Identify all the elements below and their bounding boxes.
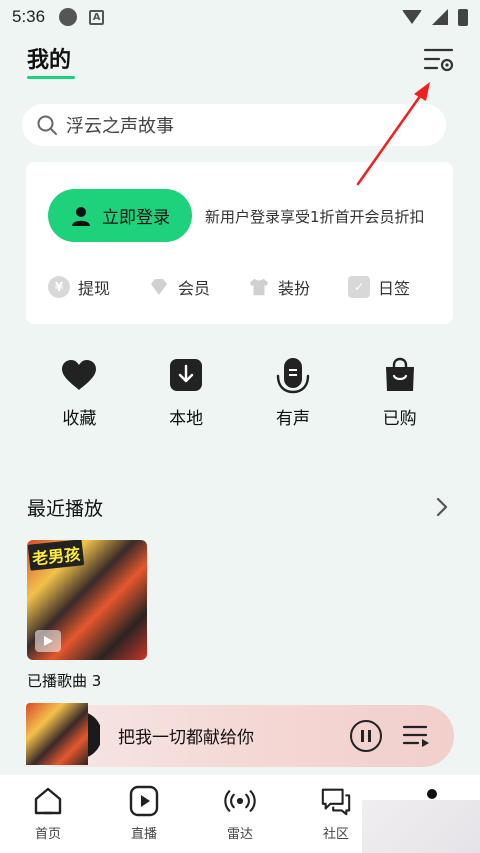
wifi-icon: [402, 10, 422, 24]
login-button-label: 立即登录: [102, 208, 170, 228]
tab-label: 雷达: [226, 827, 253, 842]
playlist-button[interactable]: [402, 723, 430, 749]
tab-live[interactable]: 直播: [96, 775, 192, 853]
quick-item-withdraw[interactable]: ¥ 提现: [48, 274, 148, 300]
pause-button[interactable]: [350, 720, 382, 752]
login-card: 立即登录 新用户登录享受1折首开会员折扣 ¥ 提现 会员 装扮 ✓ 日签: [26, 162, 453, 324]
shortcut-row: 收藏 本地 有声 已购: [26, 355, 453, 435]
quick-item-label: 会员: [178, 279, 211, 298]
album-logo: 老男孩: [27, 540, 85, 571]
yen-icon: ¥: [48, 276, 70, 298]
header: 我的: [0, 34, 480, 86]
live-play-icon: [128, 785, 160, 817]
pause-icon: [361, 730, 364, 742]
status-time: 5:36: [12, 7, 46, 26]
quick-item-dressup[interactable]: 装扮: [248, 274, 348, 300]
recent-header[interactable]: 最近播放: [27, 494, 452, 522]
player-song-title: 把我一切都献给你: [118, 728, 254, 748]
globe-icon: [59, 8, 78, 26]
diamond-icon: [148, 276, 170, 298]
promo-text[interactable]: 新用户登录享受1折首开会员折扣: [205, 206, 425, 227]
download-icon: [166, 355, 206, 395]
search-bar[interactable]: 浮云之声故事: [22, 104, 446, 146]
shortcut-favorites[interactable]: 收藏: [26, 355, 133, 435]
checkbox-icon: ✓: [348, 276, 370, 298]
shortcut-audiobook[interactable]: 有声: [240, 355, 347, 435]
shortcut-label: 本地: [169, 409, 204, 429]
watermark-overlay: [362, 800, 480, 853]
shortcut-label: 有声: [275, 409, 310, 429]
playlist-icon: [402, 725, 429, 747]
tab-home[interactable]: 首页: [0, 775, 96, 853]
tab-radar[interactable]: 雷达: [192, 775, 288, 853]
quick-item-label: 提现: [78, 279, 111, 298]
audiobook-icon: [273, 355, 313, 395]
signal-icon: [432, 9, 448, 25]
heart-icon: [59, 355, 99, 395]
radar-icon: [224, 785, 256, 817]
accessibility-a-icon: A: [89, 9, 105, 25]
shortcut-label: 收藏: [62, 409, 97, 429]
quick-item-label: 日签: [378, 279, 411, 298]
recent-title: 最近播放: [27, 498, 104, 520]
shirt-icon: [248, 276, 270, 298]
settings-list-icon: [423, 48, 454, 72]
title-underline: [27, 76, 75, 79]
play-icon: [35, 630, 61, 652]
home-icon: [32, 785, 64, 817]
quick-item-vip[interactable]: 会员: [148, 274, 248, 300]
tab-label: 直播: [130, 827, 157, 842]
shortcut-label: 已购: [382, 409, 417, 429]
shortcut-purchased[interactable]: 已购: [346, 355, 453, 435]
recent-album-cover[interactable]: 老男孩: [27, 540, 147, 660]
shortcut-local[interactable]: 本地: [133, 355, 240, 435]
login-button[interactable]: 立即登录: [48, 189, 192, 242]
user-icon: [72, 206, 90, 226]
quick-item-daily[interactable]: ✓ 日签: [348, 274, 448, 300]
album-caption[interactable]: 已播歌曲 3: [27, 670, 101, 691]
settings-button[interactable]: [422, 44, 456, 74]
tab-label: 社区: [322, 827, 349, 842]
player-cover: [26, 703, 100, 769]
chat-icon: [320, 785, 352, 817]
search-icon: [37, 115, 57, 135]
page-title: 我的: [27, 48, 72, 73]
shopping-bag-icon: [380, 355, 420, 395]
status-bar: 5:36 A: [0, 0, 480, 34]
mini-player[interactable]: 把我一切都献给你: [26, 703, 454, 769]
chevron-right-icon[interactable]: [432, 494, 452, 520]
battery-icon: [458, 8, 468, 26]
search-placeholder: 浮云之声故事: [66, 116, 174, 137]
quick-actions: ¥ 提现 会员 装扮 ✓ 日签: [48, 274, 448, 300]
tab-label: 首页: [34, 827, 61, 842]
quick-item-label: 装扮: [278, 279, 311, 298]
pause-icon: [368, 730, 371, 742]
player-cover-art: [26, 703, 88, 765]
